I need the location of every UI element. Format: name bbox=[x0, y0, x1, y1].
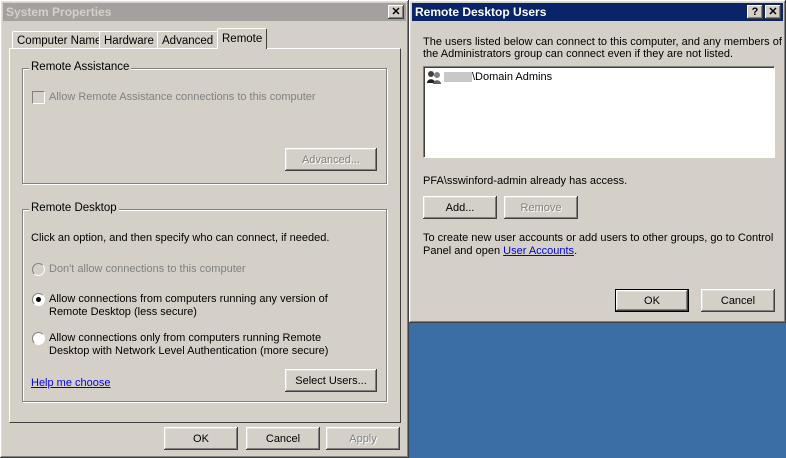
cancel-button[interactable]: Cancel bbox=[246, 427, 320, 450]
tab-label: Hardware bbox=[104, 34, 154, 47]
tab-hardware[interactable]: Hardware bbox=[99, 31, 159, 49]
close-button[interactable]: ✕ bbox=[388, 5, 404, 19]
remote-desktop-users-title: Remote Desktop Users bbox=[415, 5, 547, 19]
remote-desktop-users-dialog: Remote Desktop Users ? ✕ The users liste… bbox=[409, 0, 786, 323]
help-button[interactable]: ? bbox=[747, 5, 763, 19]
help-me-choose-link[interactable]: Help me choose bbox=[31, 376, 111, 390]
info-line2-suffix: . bbox=[574, 245, 578, 257]
radio-allow-nla-only-label-line1: Allow connections only from computers ru… bbox=[49, 332, 322, 344]
radio-allow-nla-only-label-line2: Desktop with Network Level Authenticatio… bbox=[49, 345, 329, 357]
description-line2: the Administrators group can connect eve… bbox=[423, 48, 734, 60]
close-icon: ✕ bbox=[391, 5, 401, 18]
radio-allow-any-version-label-line1: Allow connections from computers running… bbox=[49, 293, 328, 305]
remote-assistance-checkbox-label: Allow Remote Assistance connections to t… bbox=[49, 91, 316, 103]
tab-remote[interactable]: Remote bbox=[217, 28, 268, 49]
remote-desktop-users-titlebar[interactable]: Remote Desktop Users ? ✕ bbox=[412, 3, 783, 21]
tab-advanced[interactable]: Advanced bbox=[157, 31, 219, 49]
advanced-button[interactable]: Advanced... bbox=[285, 148, 377, 171]
users-listbox[interactable]: \Domain Admins bbox=[423, 66, 775, 158]
radio-dont-allow-label: Don't allow connections to this computer bbox=[49, 263, 246, 275]
ok-button[interactable]: OK bbox=[164, 427, 238, 450]
remove-button[interactable]: Remove bbox=[504, 196, 578, 219]
help-icon: ? bbox=[751, 5, 759, 18]
remote-desktop-group-label: Remote Desktop bbox=[29, 202, 119, 214]
access-text: PFA\sswinford-admin already has access. bbox=[423, 175, 628, 187]
tab-label: Computer Name bbox=[17, 34, 102, 47]
user-group-icon bbox=[427, 71, 441, 84]
tab-computer-name[interactable]: Computer Name bbox=[12, 31, 107, 49]
tab-label: Advanced bbox=[162, 34, 214, 47]
system-properties-titlebar[interactable]: System Properties ✕ bbox=[3, 3, 406, 21]
tab-label: Remote bbox=[222, 33, 263, 45]
select-users-button[interactable]: Select Users... bbox=[285, 369, 377, 392]
list-item[interactable]: \Domain Admins bbox=[426, 69, 552, 85]
system-properties-window: System Properties ✕ Computer Name Hardwa… bbox=[0, 0, 409, 458]
user-accounts-link[interactable]: User Accounts bbox=[503, 245, 574, 257]
ok-button[interactable]: OK bbox=[615, 289, 689, 312]
system-properties-title: System Properties bbox=[6, 5, 112, 19]
add-button[interactable]: Add... bbox=[423, 196, 497, 219]
radio-dont-allow[interactable] bbox=[32, 263, 45, 276]
radio-allow-any-version-label-line2: Remote Desktop (less secure) bbox=[49, 306, 197, 318]
radio-allow-nla-only[interactable] bbox=[32, 332, 45, 345]
remote-assistance-checkbox[interactable] bbox=[32, 91, 45, 104]
close-icon: ✕ bbox=[768, 5, 778, 18]
close-button[interactable]: ✕ bbox=[765, 5, 781, 19]
apply-button[interactable]: Apply bbox=[326, 427, 400, 450]
info-line2-prefix: Panel and open bbox=[423, 245, 504, 257]
radio-allow-any-version[interactable] bbox=[32, 293, 45, 306]
redacted-domain bbox=[444, 72, 472, 82]
cancel-button[interactable]: Cancel bbox=[701, 289, 775, 312]
remote-desktop-instruction: Click an option, and then specify who ca… bbox=[31, 232, 330, 244]
user-entry-label: \Domain Admins bbox=[472, 71, 553, 83]
info-line2: Panel and open User Accounts. bbox=[423, 244, 577, 258]
remote-assistance-group-label: Remote Assistance bbox=[29, 61, 132, 73]
info-line1: To create new user accounts or add users… bbox=[423, 232, 774, 244]
